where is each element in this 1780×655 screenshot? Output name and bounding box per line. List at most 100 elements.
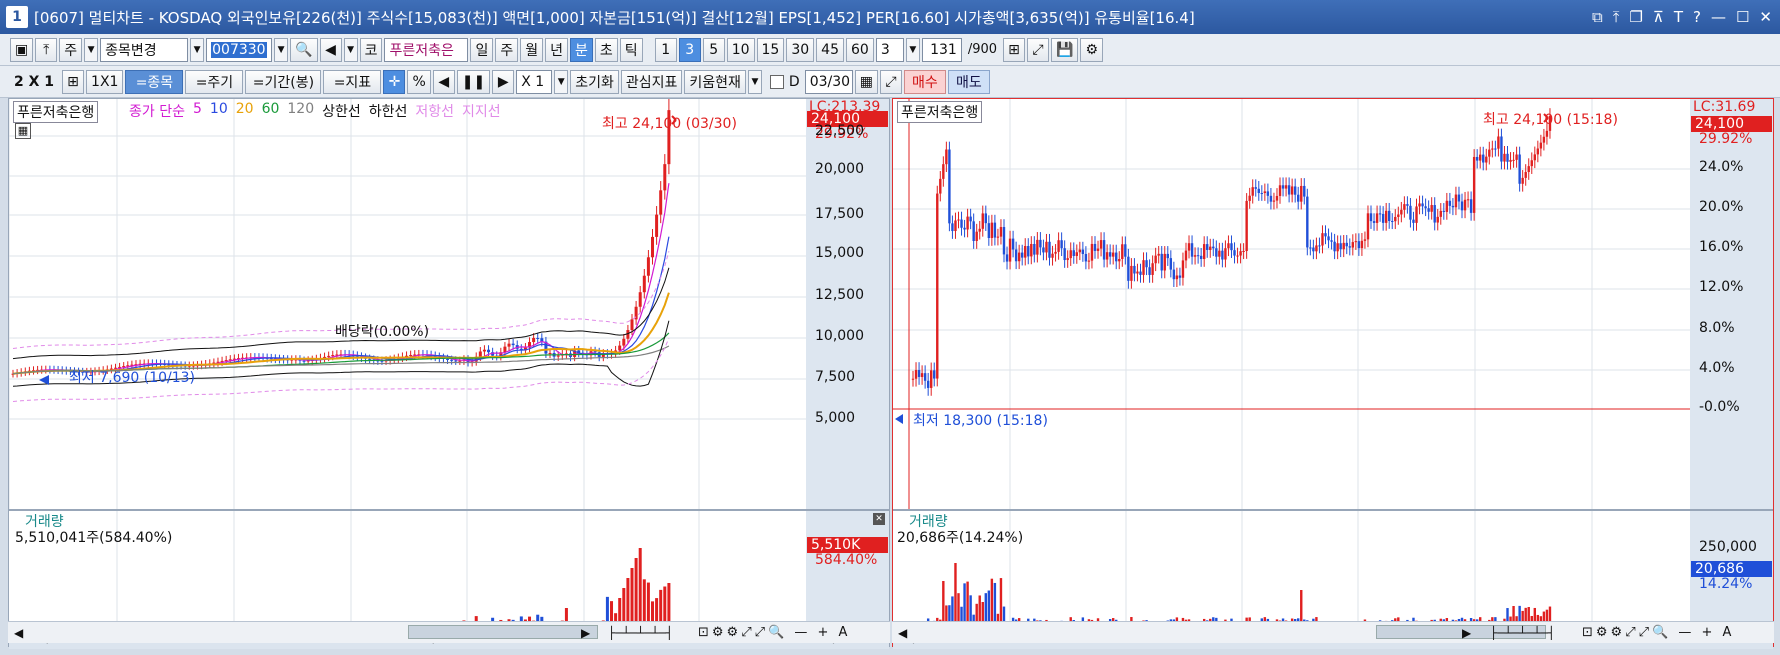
zoom-slider[interactable]: ├─┴─┴─┴─┤ xyxy=(608,626,673,640)
period-month[interactable]: 월 xyxy=(520,37,544,62)
candle-body xyxy=(1078,249,1082,253)
min-3[interactable]: 3 xyxy=(678,37,701,62)
period-tick[interactable]: 틱 xyxy=(619,37,643,62)
candle-body xyxy=(1336,243,1339,252)
stock-change-select[interactable]: 종목변경 xyxy=(100,37,189,62)
chevron-down-icon[interactable]: ▼ xyxy=(190,37,205,62)
left-stock-label[interactable]: 푸른저축은행 xyxy=(13,101,99,123)
chevron-down-icon[interactable]: ▼ xyxy=(343,37,358,62)
scroll-right-icon[interactable]: ▶ xyxy=(581,626,590,640)
chevron-down-icon[interactable]: ▼ xyxy=(554,69,569,94)
sync-indicator-button[interactable]: =지표 xyxy=(323,69,382,94)
sell-button[interactable]: 매도 xyxy=(947,69,990,94)
percent-button[interactable]: % xyxy=(407,69,431,94)
sub-toolbar: 2 X 1 ⊞ 1X1 =종목 =주기 =기간(봉) =지표 ✛ % ◀ ❚❚ … xyxy=(0,66,1780,98)
top-icon[interactable]: ⤒ xyxy=(35,37,58,62)
draw-icon[interactable]: ⤢ xyxy=(1027,37,1050,62)
panel-close-icon[interactable]: ✕ xyxy=(873,513,885,525)
scroll-right-icon[interactable]: ▶ xyxy=(1462,626,1471,640)
close-icon[interactable]: ✕ xyxy=(1759,8,1772,26)
scroll-left-icon[interactable]: ◀ xyxy=(892,626,913,640)
chevron-down-icon[interactable]: ▼ xyxy=(905,37,920,62)
candle-body xyxy=(984,213,987,224)
chevron-down-icon[interactable]: ▼ xyxy=(274,37,289,62)
grid-icon[interactable]: ⊞ xyxy=(62,69,85,94)
min-15[interactable]: 15 xyxy=(756,37,785,62)
unit-input[interactable]: 3 xyxy=(875,37,904,62)
speaker-icon[interactable]: ◀ xyxy=(319,37,342,62)
candle-body xyxy=(1284,185,1288,189)
sync-stock-button[interactable]: =종목 xyxy=(125,69,184,94)
layout-icon[interactable]: ▣ xyxy=(10,37,34,62)
help-icon[interactable]: ? xyxy=(1693,8,1701,26)
zoom-slider[interactable]: ├─┴─┴─┴─┤ xyxy=(1490,626,1555,640)
search-icon[interactable]: 🔍 xyxy=(290,37,318,62)
period-minute[interactable]: 분 xyxy=(570,37,593,62)
candle-body xyxy=(1206,244,1209,250)
sync-period-button[interactable]: =주기 xyxy=(185,69,244,94)
restore-icon[interactable]: ⧉ xyxy=(1592,8,1603,26)
min-10[interactable]: 10 xyxy=(726,37,755,62)
d-checkbox[interactable] xyxy=(769,74,784,89)
right-vol-tick: 250,000 xyxy=(1699,539,1757,555)
calendar-icon[interactable]: ▦ xyxy=(854,69,878,94)
chevron-down-icon[interactable]: ▼ xyxy=(84,37,99,62)
table-icon[interactable]: ▦ xyxy=(15,123,31,139)
tack-icon[interactable]: ⊼ xyxy=(1653,8,1664,26)
buy-button[interactable]: 매수 xyxy=(903,69,946,94)
period-second[interactable]: 초 xyxy=(594,37,618,62)
pin-icon[interactable]: ⤒ xyxy=(1613,8,1620,26)
date-input[interactable]: 03/30 xyxy=(804,69,853,94)
min-5[interactable]: 5 xyxy=(702,37,725,62)
min-1[interactable]: 1 xyxy=(654,37,677,62)
candle-body xyxy=(536,337,540,339)
candle-body xyxy=(1230,243,1233,251)
y-tick-label: 22,500 xyxy=(815,123,864,139)
prev-icon[interactable]: ◀ xyxy=(432,69,455,94)
period-week[interactable]: 주 xyxy=(495,37,519,62)
y-tick-label: 5,000 xyxy=(815,410,856,426)
period-day[interactable]: 일 xyxy=(470,37,494,62)
right-scrollbar[interactable]: ◀ ▶ ├─┴─┴─┴─┤ ⊡⚙⚙⤢⤢🔍 — + A xyxy=(892,621,1774,643)
reset-button[interactable]: 초기화 xyxy=(570,69,619,94)
next-icon[interactable]: ▶ xyxy=(492,69,515,94)
maximize-icon[interactable]: ☐ xyxy=(1736,8,1749,26)
kiwoom-current-button[interactable]: 키움현재 xyxy=(684,69,746,94)
left-price-plot[interactable] xyxy=(9,99,806,509)
right-high-label: 최고 24,100 (15:18) xyxy=(1483,112,1618,128)
min-30[interactable]: 30 xyxy=(786,37,815,62)
indicator-icon[interactable]: ⊞ xyxy=(1003,37,1026,62)
count-input[interactable]: 131 xyxy=(921,37,962,62)
candle-body xyxy=(1090,243,1094,261)
zoom-icons[interactable]: ⊡⚙⚙⤢⤢🔍 — + A xyxy=(698,625,850,640)
left-chart-pane[interactable]: 푸른저축은행 종가 단순 5 10 20 60 120 상한선 하한선 저항선 지지선 ▦ LC:… xyxy=(8,98,890,649)
right-price-plot[interactable] xyxy=(893,99,1690,509)
chart-tool-icon[interactable]: ⤢ xyxy=(879,69,902,94)
crosshair-icon[interactable]: ✛ xyxy=(383,69,406,94)
zoom-icons[interactable]: ⊡⚙⚙⤢⤢🔍 — + A xyxy=(1582,625,1734,640)
stock-name-field[interactable]: 푸른저축은 xyxy=(384,37,469,62)
market-select[interactable]: 주 xyxy=(59,37,83,62)
watch-indicator-button[interactable]: 관심지표 xyxy=(620,69,683,94)
chevron-down-icon[interactable]: ▼ xyxy=(747,69,762,94)
y-tick-label: 15,000 xyxy=(815,245,864,261)
scroll-thumb[interactable] xyxy=(408,625,598,639)
save-icon[interactable]: 💾 xyxy=(1051,37,1079,62)
scroll-left-icon[interactable]: ◀ xyxy=(8,626,29,640)
cascade-icon[interactable]: ❐ xyxy=(1629,8,1642,26)
period-year[interactable]: 년 xyxy=(545,37,569,62)
single-layout-button[interactable]: 1X1 xyxy=(86,69,124,94)
code-input[interactable]: 007330 xyxy=(206,37,273,62)
sync-range-button[interactable]: =기간(봉) xyxy=(245,69,322,94)
right-chart-pane[interactable]: 푸른저축은행 LC:31.69 24,100 29.92% 최고 24,100 … xyxy=(892,98,1774,649)
font-icon[interactable]: T xyxy=(1674,8,1683,26)
left-scrollbar[interactable]: ◀ ▶ ├─┴─┴─┴─┤ ⊡⚙⚙⤢⤢🔍 — + A xyxy=(8,621,890,643)
min-45[interactable]: 45 xyxy=(816,37,844,62)
multiplier-select[interactable]: X 1 xyxy=(516,69,553,94)
ko-button[interactable]: 코 xyxy=(359,37,383,62)
minimize-icon[interactable]: — xyxy=(1711,8,1726,26)
right-stock-label[interactable]: 푸른저축은행 xyxy=(897,101,983,123)
gear-icon[interactable]: ⚙ xyxy=(1080,37,1104,62)
min-60[interactable]: 60 xyxy=(846,37,874,62)
pause-icon[interactable]: ❚❚ xyxy=(456,69,491,94)
